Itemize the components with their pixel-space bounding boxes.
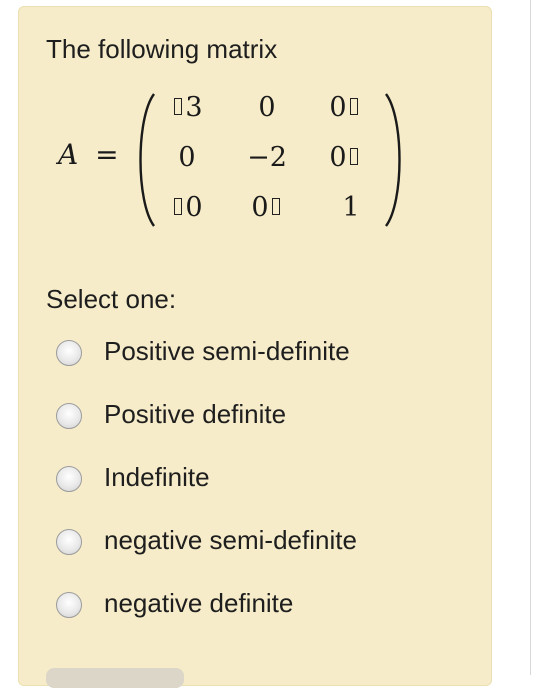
option-label[interactable]: Indefinite	[104, 462, 210, 493]
matrix-cell-r2c3: 0	[310, 142, 380, 173]
radio-button[interactable]	[56, 340, 82, 366]
missing-glyph-icon	[271, 198, 280, 215]
option-label[interactable]: negative definite	[104, 588, 293, 619]
equals-sign: =	[95, 138, 119, 171]
matrix-cell-r1c1: 3	[152, 92, 222, 123]
matrix-lhs: A =	[58, 138, 119, 171]
option-label[interactable]: negative semi-definite	[104, 525, 357, 556]
matrix-cell-r2c2: −2	[247, 142, 287, 173]
option-positive-definite[interactable]: Positive definite	[56, 399, 456, 439]
missing-glyph-icon	[349, 148, 358, 165]
matrix-cell-r1c2: 0	[258, 92, 276, 123]
option-negative-definite[interactable]: negative definite	[56, 588, 456, 628]
matrix-cell-r3c2: 0	[232, 192, 302, 223]
radio-button[interactable]	[56, 529, 82, 555]
option-positive-semi-definite[interactable]: Positive semi-definite	[56, 336, 456, 376]
matrix-equation: A = 3 0 0 0 −2 0 0 0 1	[52, 90, 412, 230]
radio-button[interactable]	[56, 403, 82, 429]
radio-button[interactable]	[56, 592, 82, 618]
matrix-cell-r2c1: 0	[178, 142, 196, 173]
matrix-variable: A	[58, 138, 79, 171]
radio-button[interactable]	[56, 466, 82, 492]
question-text: The following matrix	[46, 34, 278, 64]
missing-glyph-icon	[174, 98, 183, 115]
option-label[interactable]: Positive definite	[104, 399, 286, 430]
option-negative-semi-definite[interactable]: negative semi-definite	[56, 525, 456, 565]
right-parenthesis	[385, 93, 401, 227]
check-button[interactable]	[46, 668, 184, 688]
page-edge-divider	[530, 0, 531, 675]
missing-glyph-icon	[174, 198, 183, 215]
option-indefinite[interactable]: Indefinite	[56, 462, 456, 502]
matrix-cell-r1c3: 0	[310, 92, 380, 123]
select-one-label: Select one:	[46, 284, 177, 314]
missing-glyph-icon	[349, 98, 358, 115]
option-label[interactable]: Positive semi-definite	[104, 336, 350, 367]
matrix-cell-r3c1: 0	[152, 192, 222, 223]
matrix-cell-r3c3: 1	[342, 192, 360, 223]
